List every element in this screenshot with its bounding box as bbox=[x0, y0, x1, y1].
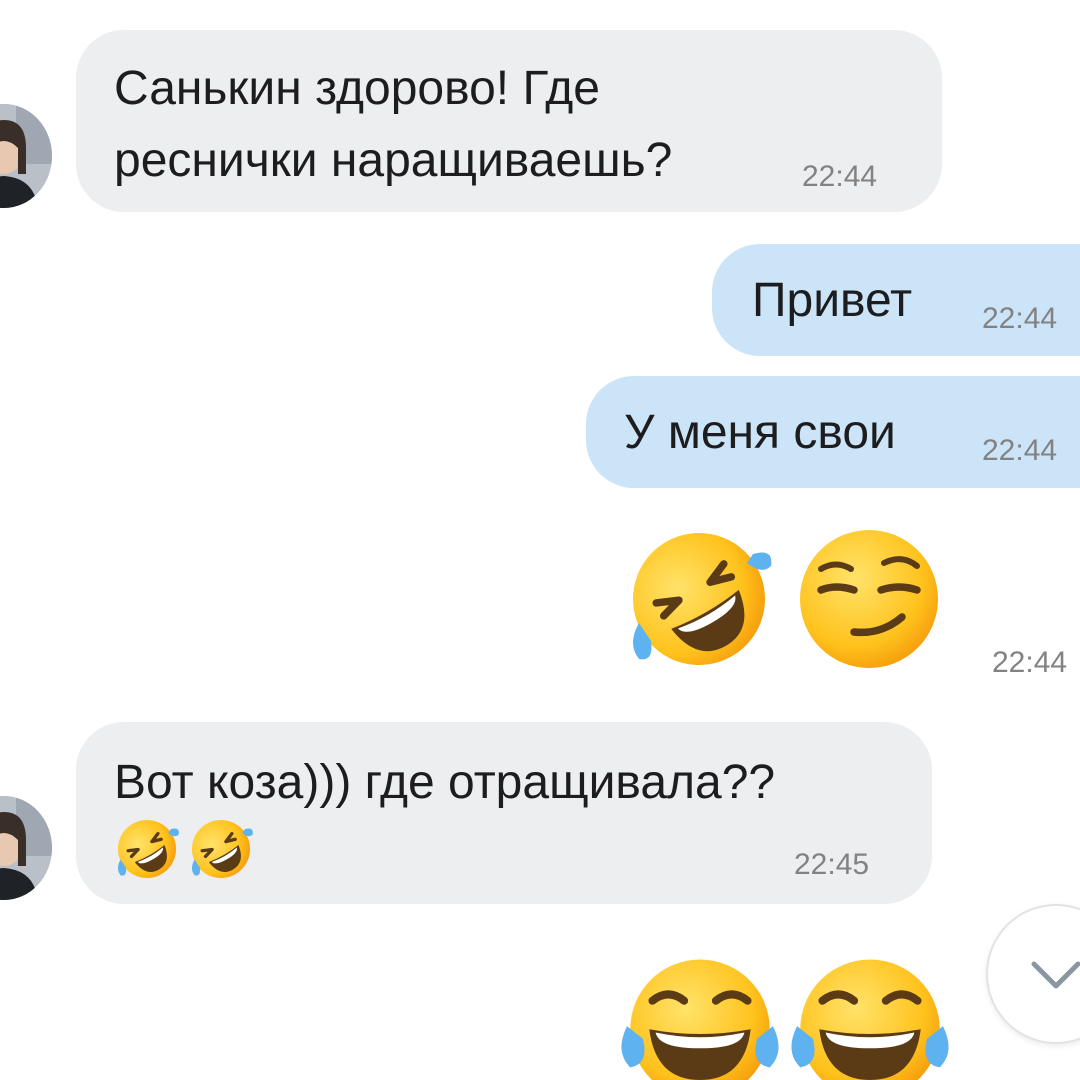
message-timestamp: 22:44 bbox=[982, 302, 1058, 335]
message-text-line: реснички наращиваешь? bbox=[114, 134, 673, 187]
incoming-message-bubble[interactable]: Санькин здорово! Где реснички наращиваеш… bbox=[76, 30, 942, 212]
message-text: У меня свои bbox=[624, 406, 896, 459]
message-text: Привет bbox=[752, 274, 913, 327]
message-text-line: Санькин здорово! Где bbox=[114, 62, 600, 115]
avatar-photo bbox=[0, 796, 52, 900]
message-timestamp: 22:44 bbox=[982, 434, 1058, 467]
message-timestamp: 22:45 bbox=[794, 848, 870, 881]
smirking-face-icon bbox=[794, 524, 944, 674]
outgoing-message-bubble[interactable]: У меня свои 22:44 bbox=[586, 376, 1080, 488]
outgoing-emoji-message[interactable]: 22:44 bbox=[620, 520, 1080, 700]
contact-avatar[interactable] bbox=[0, 104, 52, 208]
rolling-on-floor-laughing-icon bbox=[624, 524, 774, 674]
message-timestamp: 22:44 bbox=[992, 646, 1068, 679]
message-timestamp: 22:44 bbox=[802, 160, 878, 193]
message-text: Вот коза))) где отращивала?? bbox=[114, 756, 776, 809]
rolling-on-floor-laughing-icon bbox=[188, 816, 254, 882]
contact-avatar[interactable] bbox=[0, 796, 52, 900]
incoming-message-bubble[interactable]: Вот коза))) где отращивала?? 22:45 bbox=[76, 722, 932, 904]
chat-history: Санькин здорово! Где реснички наращиваеш… bbox=[0, 0, 1080, 1080]
avatar-photo bbox=[0, 104, 52, 208]
scroll-down-button[interactable] bbox=[986, 904, 1080, 1044]
rolling-on-floor-laughing-icon bbox=[114, 816, 180, 882]
chevron-down-icon bbox=[1031, 961, 1080, 989]
face-with-tears-of-joy-icon bbox=[790, 950, 950, 1080]
face-with-tears-of-joy-icon bbox=[620, 950, 780, 1080]
outgoing-emoji-message[interactable] bbox=[620, 944, 980, 1080]
outgoing-message-bubble[interactable]: Привет 22:44 bbox=[712, 244, 1080, 356]
